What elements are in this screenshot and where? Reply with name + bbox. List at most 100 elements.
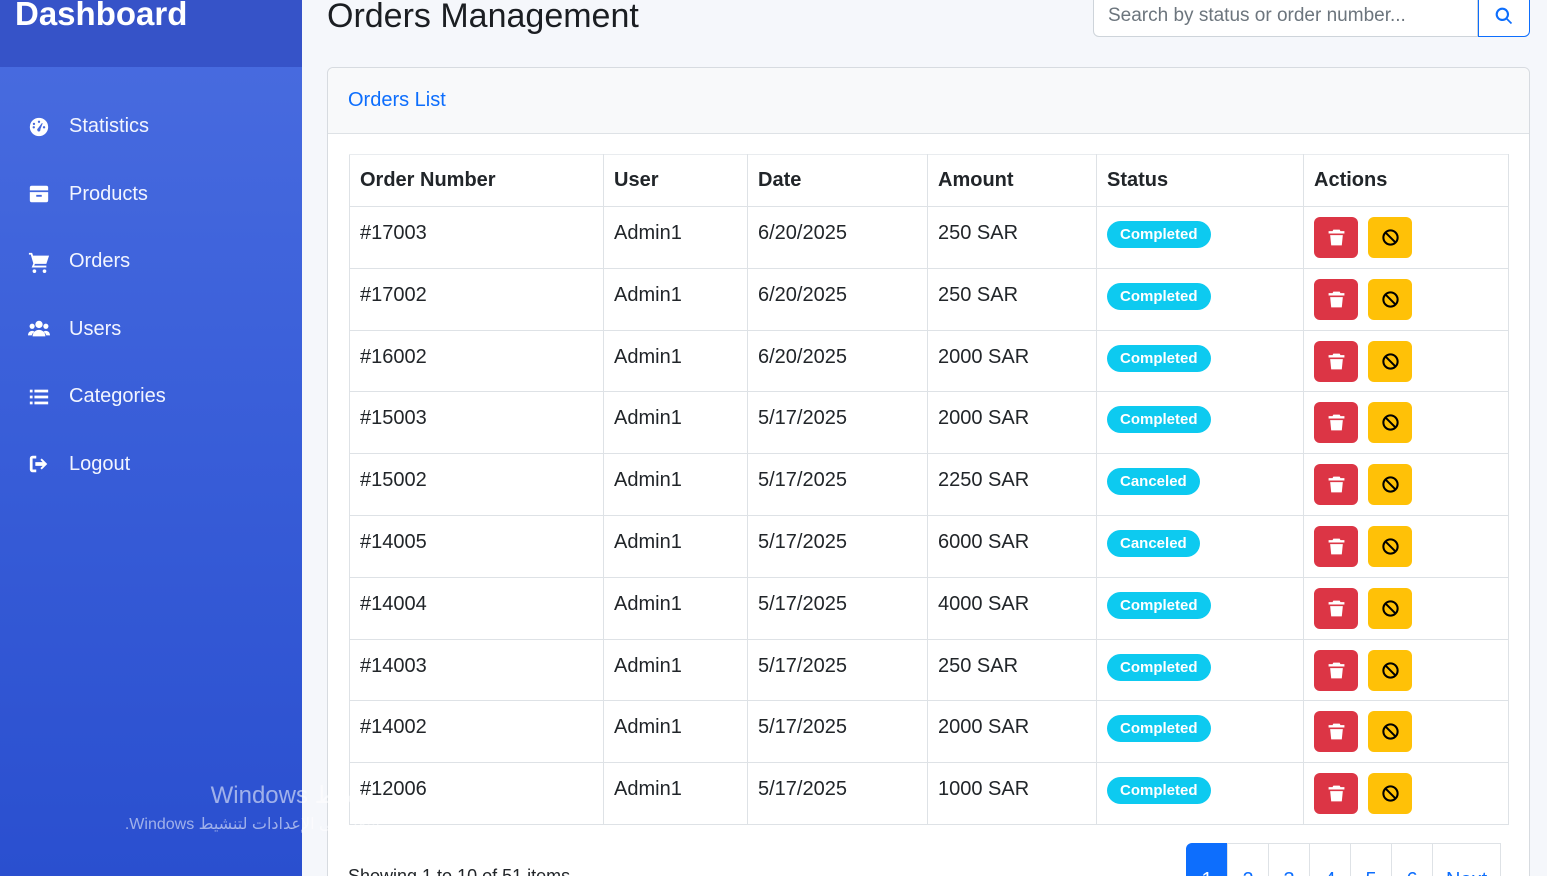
status-badge: Completed [1107,715,1211,743]
status-cell: Completed [1096,762,1304,825]
table-row: #14004 Admin1 5/17/2025 4000 SAR Completed [349,576,1509,640]
order-number-cell: #15002 [349,453,604,516]
cancel-order-button[interactable] [1368,587,1412,629]
pagination-page[interactable]: 1 [1186,843,1228,876]
table-header-row: Order Number User Date Amount Status Act… [349,154,1509,207]
table-row: #17002 Admin1 6/20/2025 250 SAR Completed [349,267,1509,331]
pagination-page[interactable]: 4 [1309,843,1351,876]
cancel-order-button[interactable] [1368,402,1412,444]
order-number-cell: #14004 [349,576,604,640]
cancel-order-button[interactable] [1368,340,1412,382]
status-badge: Completed [1107,653,1211,681]
pagination-page[interactable]: 5 [1350,843,1392,876]
logout-icon [26,451,52,477]
status-cell: Completed [1096,638,1304,702]
table-row: #14005 Admin1 5/17/2025 6000 SAR Canceled [349,514,1509,578]
trash-icon [1328,353,1344,370]
search-bar [1093,0,1530,37]
pagination-page[interactable]: 6 [1391,843,1433,876]
user-cell: Admin1 [603,391,748,455]
delete-order-button[interactable] [1314,464,1358,506]
pagination-label: Next [1446,857,1487,876]
pagination-label: 4 [1324,857,1335,876]
pagination-summary: Showing 1 to 10 of 51 items [348,866,571,876]
actions-cell [1303,762,1509,825]
ban-icon [1381,785,1399,802]
actions-cell [1303,514,1509,578]
actions-cell [1303,267,1509,331]
sidebar-item-statistics[interactable]: Statistics [0,93,302,161]
user-cell: Admin1 [603,206,748,269]
pagination-label: 5 [1365,857,1376,876]
delete-order-button[interactable] [1314,278,1358,320]
status-badge: Completed [1107,777,1211,805]
amount-cell: 2000 SAR [927,391,1097,455]
sidebar-item-categories[interactable]: Categories [0,363,302,431]
delete-order-button[interactable] [1314,340,1358,382]
cancel-order-button[interactable] [1368,649,1412,691]
pagination-next[interactable]: Next [1432,843,1502,876]
date-cell: 6/20/2025 [747,206,928,269]
sidebar-item-products[interactable]: Products [0,161,302,229]
status-cell: Canceled [1096,514,1304,578]
amount-cell: 1000 SAR [927,762,1097,825]
sidebar-item-orders[interactable]: Orders [0,228,302,296]
pagination-label: 1 [1201,857,1212,876]
delete-order-button[interactable] [1314,217,1358,258]
trash-icon [1328,723,1344,740]
date-cell: 5/17/2025 [747,762,928,825]
orders-card: Orders List Order Number User Date Amoun… [327,67,1530,876]
cancel-order-button[interactable] [1368,773,1412,815]
users-icon [26,316,52,342]
sidebar-item-users[interactable]: Users [0,296,302,364]
ban-icon [1381,352,1399,370]
user-cell: Admin1 [603,576,748,640]
cancel-order-button[interactable] [1368,217,1412,258]
ban-icon [1381,600,1399,617]
sidebar-item-label: Statistics [69,115,150,138]
column-header-actions: Actions [1303,154,1509,207]
cancel-order-button[interactable] [1368,525,1412,567]
amount-cell: 2000 SAR [927,329,1097,393]
amount-cell: 4000 SAR [927,576,1097,640]
status-badge: Completed [1107,282,1211,310]
status-badge: Canceled [1107,468,1200,496]
column-header-status[interactable]: Status [1096,154,1304,207]
status-badge: Completed [1107,221,1211,248]
order-number-cell: #17003 [349,206,604,269]
column-header-amount[interactable]: Amount [927,154,1097,207]
actions-cell [1303,391,1509,455]
date-cell: 5/17/2025 [747,700,928,764]
search-button[interactable] [1478,0,1530,37]
delete-order-button[interactable] [1314,649,1358,691]
actions-cell [1303,329,1509,393]
column-header-date[interactable]: Date [747,154,928,207]
trash-icon [1328,476,1344,493]
sidebar-item-label: Orders [69,250,131,273]
table-row: #12006 Admin1 5/17/2025 1000 SAR Completed [349,762,1509,825]
delete-order-button[interactable] [1314,402,1358,444]
cancel-order-button[interactable] [1368,464,1412,506]
cancel-order-button[interactable] [1368,711,1412,753]
column-header-user[interactable]: User [603,154,748,207]
date-cell: 5/17/2025 [747,576,928,640]
sidebar-item-label: Users [69,317,122,340]
ban-icon [1381,538,1399,555]
sidebar-item-logout[interactable]: Logout [0,431,302,499]
sidebar-title: Dashboard [15,0,188,32]
pagination-page[interactable]: 3 [1268,843,1310,876]
gauge-icon [26,114,52,140]
pagination-page[interactable]: 2 [1227,843,1269,876]
box-icon [26,181,52,207]
amount-cell: 2000 SAR [927,700,1097,764]
delete-order-button[interactable] [1314,711,1358,753]
delete-order-button[interactable] [1314,773,1358,815]
search-input[interactable] [1093,0,1478,37]
cancel-order-button[interactable] [1368,278,1412,320]
column-header-order-number[interactable]: Order Number [349,154,604,207]
order-number-cell: #12006 [349,762,604,825]
date-cell: 5/17/2025 [747,391,928,455]
order-number-cell: #14003 [349,638,604,702]
delete-order-button[interactable] [1314,587,1358,629]
delete-order-button[interactable] [1314,525,1358,567]
